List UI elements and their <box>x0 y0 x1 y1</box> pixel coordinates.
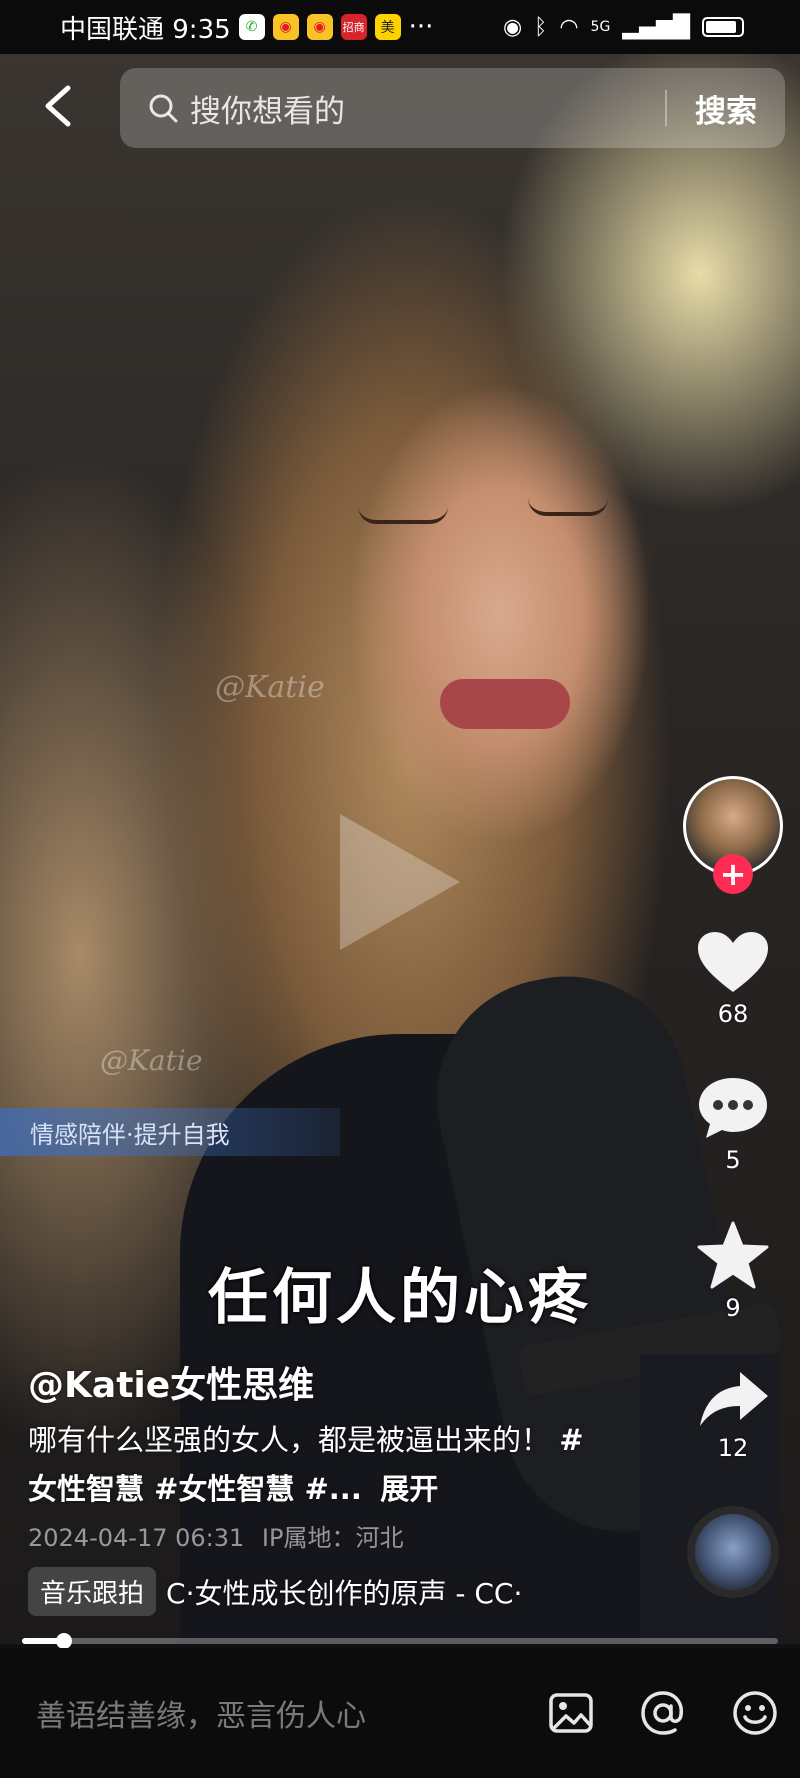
progress-bar[interactable] <box>22 1633 778 1649</box>
status-bar: 中国联通 9:35 ✆ ◉ ◉ 招商 美 ··· ◉ ᛒ ◠ 5G ▂▄▆█ <box>0 0 800 54</box>
heart-icon[interactable] <box>696 930 770 996</box>
share-count: 12 <box>717 1434 749 1462</box>
status-left: 中国联通 9:35 ✆ ◉ ◉ 招商 美 ··· <box>60 9 433 46</box>
description-text: 哪有什么坚强的女人，都是被逼出来的！ <box>28 1423 551 1457</box>
comment-count: 5 <box>725 1146 741 1174</box>
comment-input[interactable]: 善语结善缘，恶言伤人心 <box>36 1691 504 1735</box>
expand-link[interactable]: 展开 <box>380 1472 438 1506</box>
bluetooth-icon: ᛒ <box>534 14 548 40</box>
comment-icon[interactable] <box>696 1074 770 1142</box>
like-action[interactable]: 68 <box>696 930 770 1028</box>
video-lips-shape <box>440 679 570 729</box>
meituan-icon: 美 <box>374 14 401 40</box>
share-action[interactable]: 12 <box>696 1368 770 1462</box>
video-eye-right <box>528 498 608 516</box>
music-tag[interactable]: 音乐跟拍 <box>28 1567 157 1616</box>
post-timestamp: 2024-04-17 06:31 <box>28 1524 245 1552</box>
watermark-bottom: @Katie <box>100 1044 203 1077</box>
weibo-icon-2: ◉ <box>306 14 333 40</box>
search-divider <box>665 90 667 126</box>
author-name[interactable]: @Katie女性思维 <box>28 1356 588 1408</box>
carrier-time: 中国联通 9:35 <box>60 14 231 45</box>
watermark-top: @Katie <box>215 670 325 705</box>
signal-icon: ▂▄▆█ <box>622 14 690 40</box>
post-meta: 2024-04-17 06:31 IP属地：河北 <box>28 1518 588 1553</box>
wechat-icon: ✆ <box>238 14 265 40</box>
bank-icon: 招商 <box>340 14 367 40</box>
image-icon[interactable] <box>546 1688 596 1738</box>
post-info: @Katie女性思维 哪有什么坚强的女人，都是被逼出来的！ #女性智慧 #女性智… <box>28 1356 588 1616</box>
emoji-icon[interactable] <box>730 1688 780 1738</box>
more-notifications: ··· <box>408 12 434 42</box>
ip-location: IP属地：河北 <box>261 1524 404 1552</box>
network-label: 5G <box>590 19 611 35</box>
weibo-icon: ◉ <box>272 14 299 40</box>
battery-icon <box>702 17 744 37</box>
favorite-action[interactable]: 9 <box>696 1220 770 1322</box>
bottom-bar: 善语结善缘，恶言伤人心 <box>0 1648 800 1778</box>
progress-knob[interactable] <box>55 1633 72 1649</box>
video-eye-left <box>358 506 448 524</box>
post-description: 哪有什么坚强的女人，都是被逼出来的！ #女性智慧 #女性智慧 #... 展开 <box>28 1416 588 1514</box>
eye-icon: ◉ <box>502 14 523 40</box>
share-icon[interactable] <box>696 1368 770 1430</box>
action-rail: + 68 5 9 12 <box>680 776 786 1598</box>
follow-button[interactable]: + <box>713 854 753 894</box>
search-icon <box>149 94 178 123</box>
play-icon[interactable] <box>340 814 460 950</box>
wifi-icon: ◠ <box>559 14 579 40</box>
search-button[interactable]: 搜索 <box>695 86 757 131</box>
music-disc[interactable] <box>687 1506 779 1598</box>
music-row[interactable]: 音乐跟拍 C·女性成长创作的原声 - CC· <box>28 1567 588 1616</box>
comment-action[interactable]: 5 <box>696 1074 770 1174</box>
top-bar: 搜你想看的 搜索 <box>0 60 800 150</box>
at-icon[interactable] <box>638 1688 688 1738</box>
star-icon[interactable] <box>696 1220 770 1290</box>
overlay-caption: 情感陪伴·提升自我 <box>0 1108 340 1156</box>
like-count: 68 <box>717 1000 749 1028</box>
favorite-count: 9 <box>725 1294 741 1322</box>
music-marquee[interactable]: C·女性成长创作的原声 - CC· <box>166 1572 586 1612</box>
back-arrow-icon[interactable] <box>38 82 78 130</box>
status-right: ◉ ᛒ ◠ 5G ▂▄▆█ <box>503 15 744 40</box>
search-input[interactable]: 搜你想看的 <box>190 86 665 131</box>
search-box[interactable]: 搜你想看的 搜索 <box>120 68 785 148</box>
